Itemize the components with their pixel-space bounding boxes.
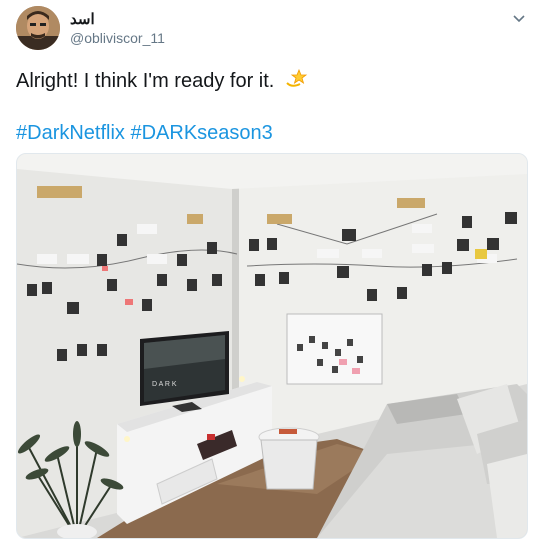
hashtag-darknetflix[interactable]: #DarkNetflix	[16, 122, 125, 144]
tweet-text-body: Alright! I think I'm ready for it.	[16, 69, 275, 92]
tweet-card: اسد @obliviscor_11 Alright! I think I'm …	[0, 0, 541, 545]
tweet-photo[interactable]: D A R K	[16, 153, 528, 539]
chevron-down-icon[interactable]	[511, 10, 527, 26]
author-handle[interactable]: @obliviscor_11	[70, 30, 165, 46]
avatar[interactable]	[16, 6, 60, 50]
tweet-text: Alright! I think I'm ready for it.	[16, 66, 308, 97]
tv-title-text: D A R K	[152, 381, 177, 388]
hashtag-darkseason3[interactable]: #DARKseason3	[130, 122, 272, 144]
author-name[interactable]: اسد	[70, 10, 95, 28]
dizzy-star-icon	[284, 66, 308, 97]
hashtags: #DarkNetflix #DARKseason3	[16, 120, 273, 146]
